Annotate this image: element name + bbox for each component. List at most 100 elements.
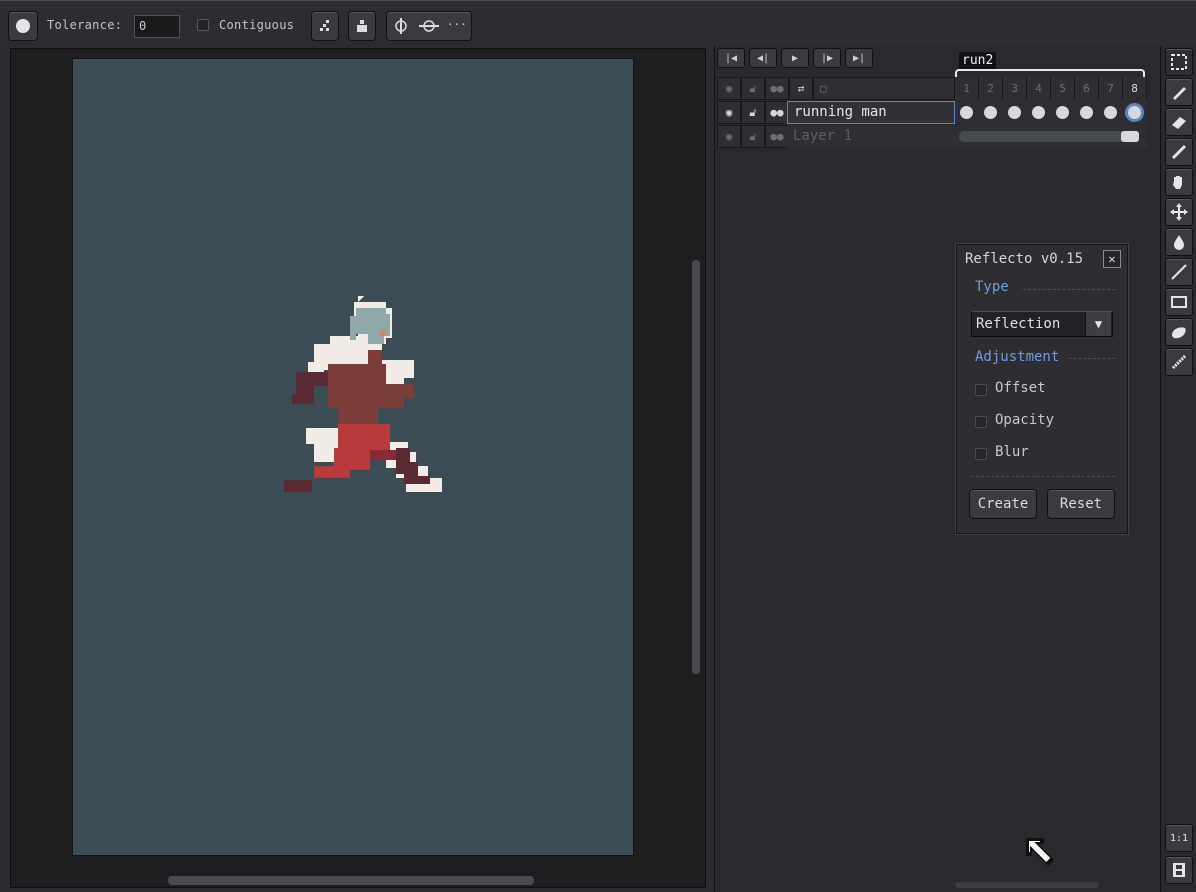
symmetry-group: ···	[386, 11, 472, 41]
rectangle-tool[interactable]	[1165, 288, 1193, 316]
cel-dot[interactable]	[984, 106, 997, 119]
layer-group-icon[interactable]: ⇄	[789, 77, 813, 100]
type-select-value: Reflection	[976, 316, 1061, 332]
zoom-reset-button[interactable]: 1:1	[1165, 824, 1193, 852]
preview-button[interactable]	[1165, 856, 1193, 884]
contiguous-checkbox[interactable]	[197, 19, 209, 31]
first-frame-icon: |◀	[724, 52, 738, 64]
opacity-checkbox[interactable]	[975, 416, 987, 428]
context-toolbar: Tolerance: 0 Contiguous ···	[0, 0, 1196, 44]
layer-row-running-man[interactable]: ◉ 🔓︎ ●● running man	[717, 101, 1147, 124]
symmetry-options-button[interactable]: ···	[447, 18, 467, 31]
reset-button[interactable]: Reset	[1047, 489, 1115, 519]
eyedropper-icon	[1171, 144, 1187, 160]
linked-cel-bar[interactable]	[959, 131, 1139, 142]
linked-cel-active[interactable]	[1121, 131, 1139, 142]
create-button[interactable]: Create	[969, 489, 1037, 519]
next-frame-button[interactable]: |▶	[813, 48, 841, 68]
play-icon: ▶	[791, 52, 799, 64]
frame-header-2[interactable]: 2	[979, 77, 1003, 100]
lock-header-icon[interactable]: 🔓︎	[741, 77, 765, 100]
eraser-tool[interactable]	[1165, 108, 1193, 136]
brush-shape-button[interactable]	[8, 11, 38, 41]
previous-frame-button[interactable]: ◀|	[749, 48, 777, 68]
frame-header-4[interactable]: 4	[1027, 77, 1051, 100]
eraser-icon	[1172, 117, 1186, 129]
next-frame-icon: |▶	[820, 52, 834, 64]
contour-icon	[1172, 327, 1186, 339]
cel-dot[interactable]	[1128, 106, 1141, 119]
close-icon: ✕	[1108, 252, 1116, 266]
eyedropper-tool[interactable]	[1165, 138, 1193, 166]
eye-icon[interactable]: ◉	[717, 125, 741, 148]
frame-header-8[interactable]: 8	[1123, 77, 1147, 100]
contiguous-label: Contiguous	[219, 18, 295, 32]
blur-tool[interactable]	[1165, 348, 1193, 376]
cel-dot[interactable]	[960, 106, 973, 119]
separator	[1023, 289, 1115, 290]
hand-tool[interactable]	[1165, 168, 1193, 196]
ink-icon	[357, 20, 367, 32]
offset-label: Offset	[995, 380, 1046, 396]
symmetry-vertical-icon[interactable]	[393, 18, 409, 38]
offset-checkbox[interactable]	[975, 384, 987, 396]
dialog-title: Reflecto v0.15	[965, 251, 1084, 267]
blur-checkbox[interactable]	[975, 448, 987, 460]
unlock-icon[interactable]: 🔓︎	[741, 125, 765, 148]
chevron-down-icon[interactable]: ▼	[1085, 312, 1111, 336]
visibility-header-icon[interactable]: ◉	[717, 77, 741, 100]
cel-dot[interactable]	[1104, 106, 1117, 119]
frame-header-5[interactable]: 5	[1051, 77, 1075, 100]
move-tool[interactable]	[1165, 198, 1193, 226]
layer-blend-icon[interactable]: ▢	[813, 77, 955, 100]
last-frame-button[interactable]: ▶|	[845, 48, 873, 68]
tolerance-input[interactable]: 0	[134, 15, 180, 38]
cel-dot[interactable]	[1056, 106, 1069, 119]
marquee-tool[interactable]	[1165, 48, 1193, 76]
contour-tool[interactable]	[1165, 318, 1193, 346]
running-man-sprite	[284, 296, 442, 492]
first-frame-button[interactable]: |◀	[717, 48, 745, 68]
continuous-icon[interactable]: ●●	[765, 125, 789, 148]
timeline-horizontal-scrollbar[interactable]	[955, 882, 1099, 888]
line-tool[interactable]	[1165, 258, 1193, 286]
layer-row-layer-1[interactable]: ◉ 🔓︎ ●● Layer 1	[717, 125, 1147, 148]
frame-tag-bracket	[955, 69, 1145, 77]
eye-icon[interactable]: ◉	[717, 101, 741, 124]
cel-dot[interactable]	[1080, 106, 1093, 119]
frame-header-7[interactable]: 7	[1099, 77, 1123, 100]
pencil-icon	[1173, 87, 1186, 100]
frame-header-1[interactable]: 1	[955, 77, 979, 100]
layer-name[interactable]: Layer 1	[787, 125, 955, 148]
opacity-label: Opacity	[995, 412, 1055, 428]
timeline-header-row: ◉ 🔓︎ ●● ⇄ ▢ 12345678	[717, 77, 1147, 100]
play-button[interactable]: ▶	[781, 48, 809, 68]
pixel-perfect-icon	[320, 20, 329, 31]
canvas-horizontal-scrollbar[interactable]	[168, 876, 534, 885]
frame-tag-label[interactable]: run2	[959, 52, 997, 70]
continuous-header-icon[interactable]: ●●	[765, 77, 789, 100]
symmetry-horizontal-icon[interactable]	[419, 18, 439, 38]
cel-dot[interactable]	[1032, 106, 1045, 119]
ink-button[interactable]	[348, 11, 376, 41]
rectangle-icon	[1171, 296, 1187, 308]
move-icon	[1170, 203, 1188, 221]
cel-strip	[955, 101, 1147, 124]
continuous-icon[interactable]: ●●	[765, 101, 789, 124]
cel-dot[interactable]	[1008, 106, 1021, 119]
close-button[interactable]: ✕	[1103, 250, 1121, 268]
type-select[interactable]: Reflection ▼	[971, 311, 1113, 337]
frame-header-3[interactable]: 3	[1003, 77, 1027, 100]
canvas-vertical-scrollbar[interactable]	[692, 260, 700, 674]
pixel-perfect-button[interactable]	[311, 11, 339, 41]
blur-label: Blur	[995, 444, 1029, 460]
separator	[971, 476, 1115, 477]
adjustment-section-label: Adjustment	[975, 349, 1060, 365]
pencil-tool[interactable]	[1165, 78, 1193, 106]
layer-name[interactable]: running man	[787, 101, 955, 124]
unlock-icon[interactable]: 🔓︎	[741, 101, 765, 124]
line-icon	[1171, 264, 1187, 280]
film-strip-icon	[1173, 863, 1185, 877]
paint-bucket-tool[interactable]	[1165, 228, 1193, 256]
frame-header-6[interactable]: 6	[1075, 77, 1099, 100]
